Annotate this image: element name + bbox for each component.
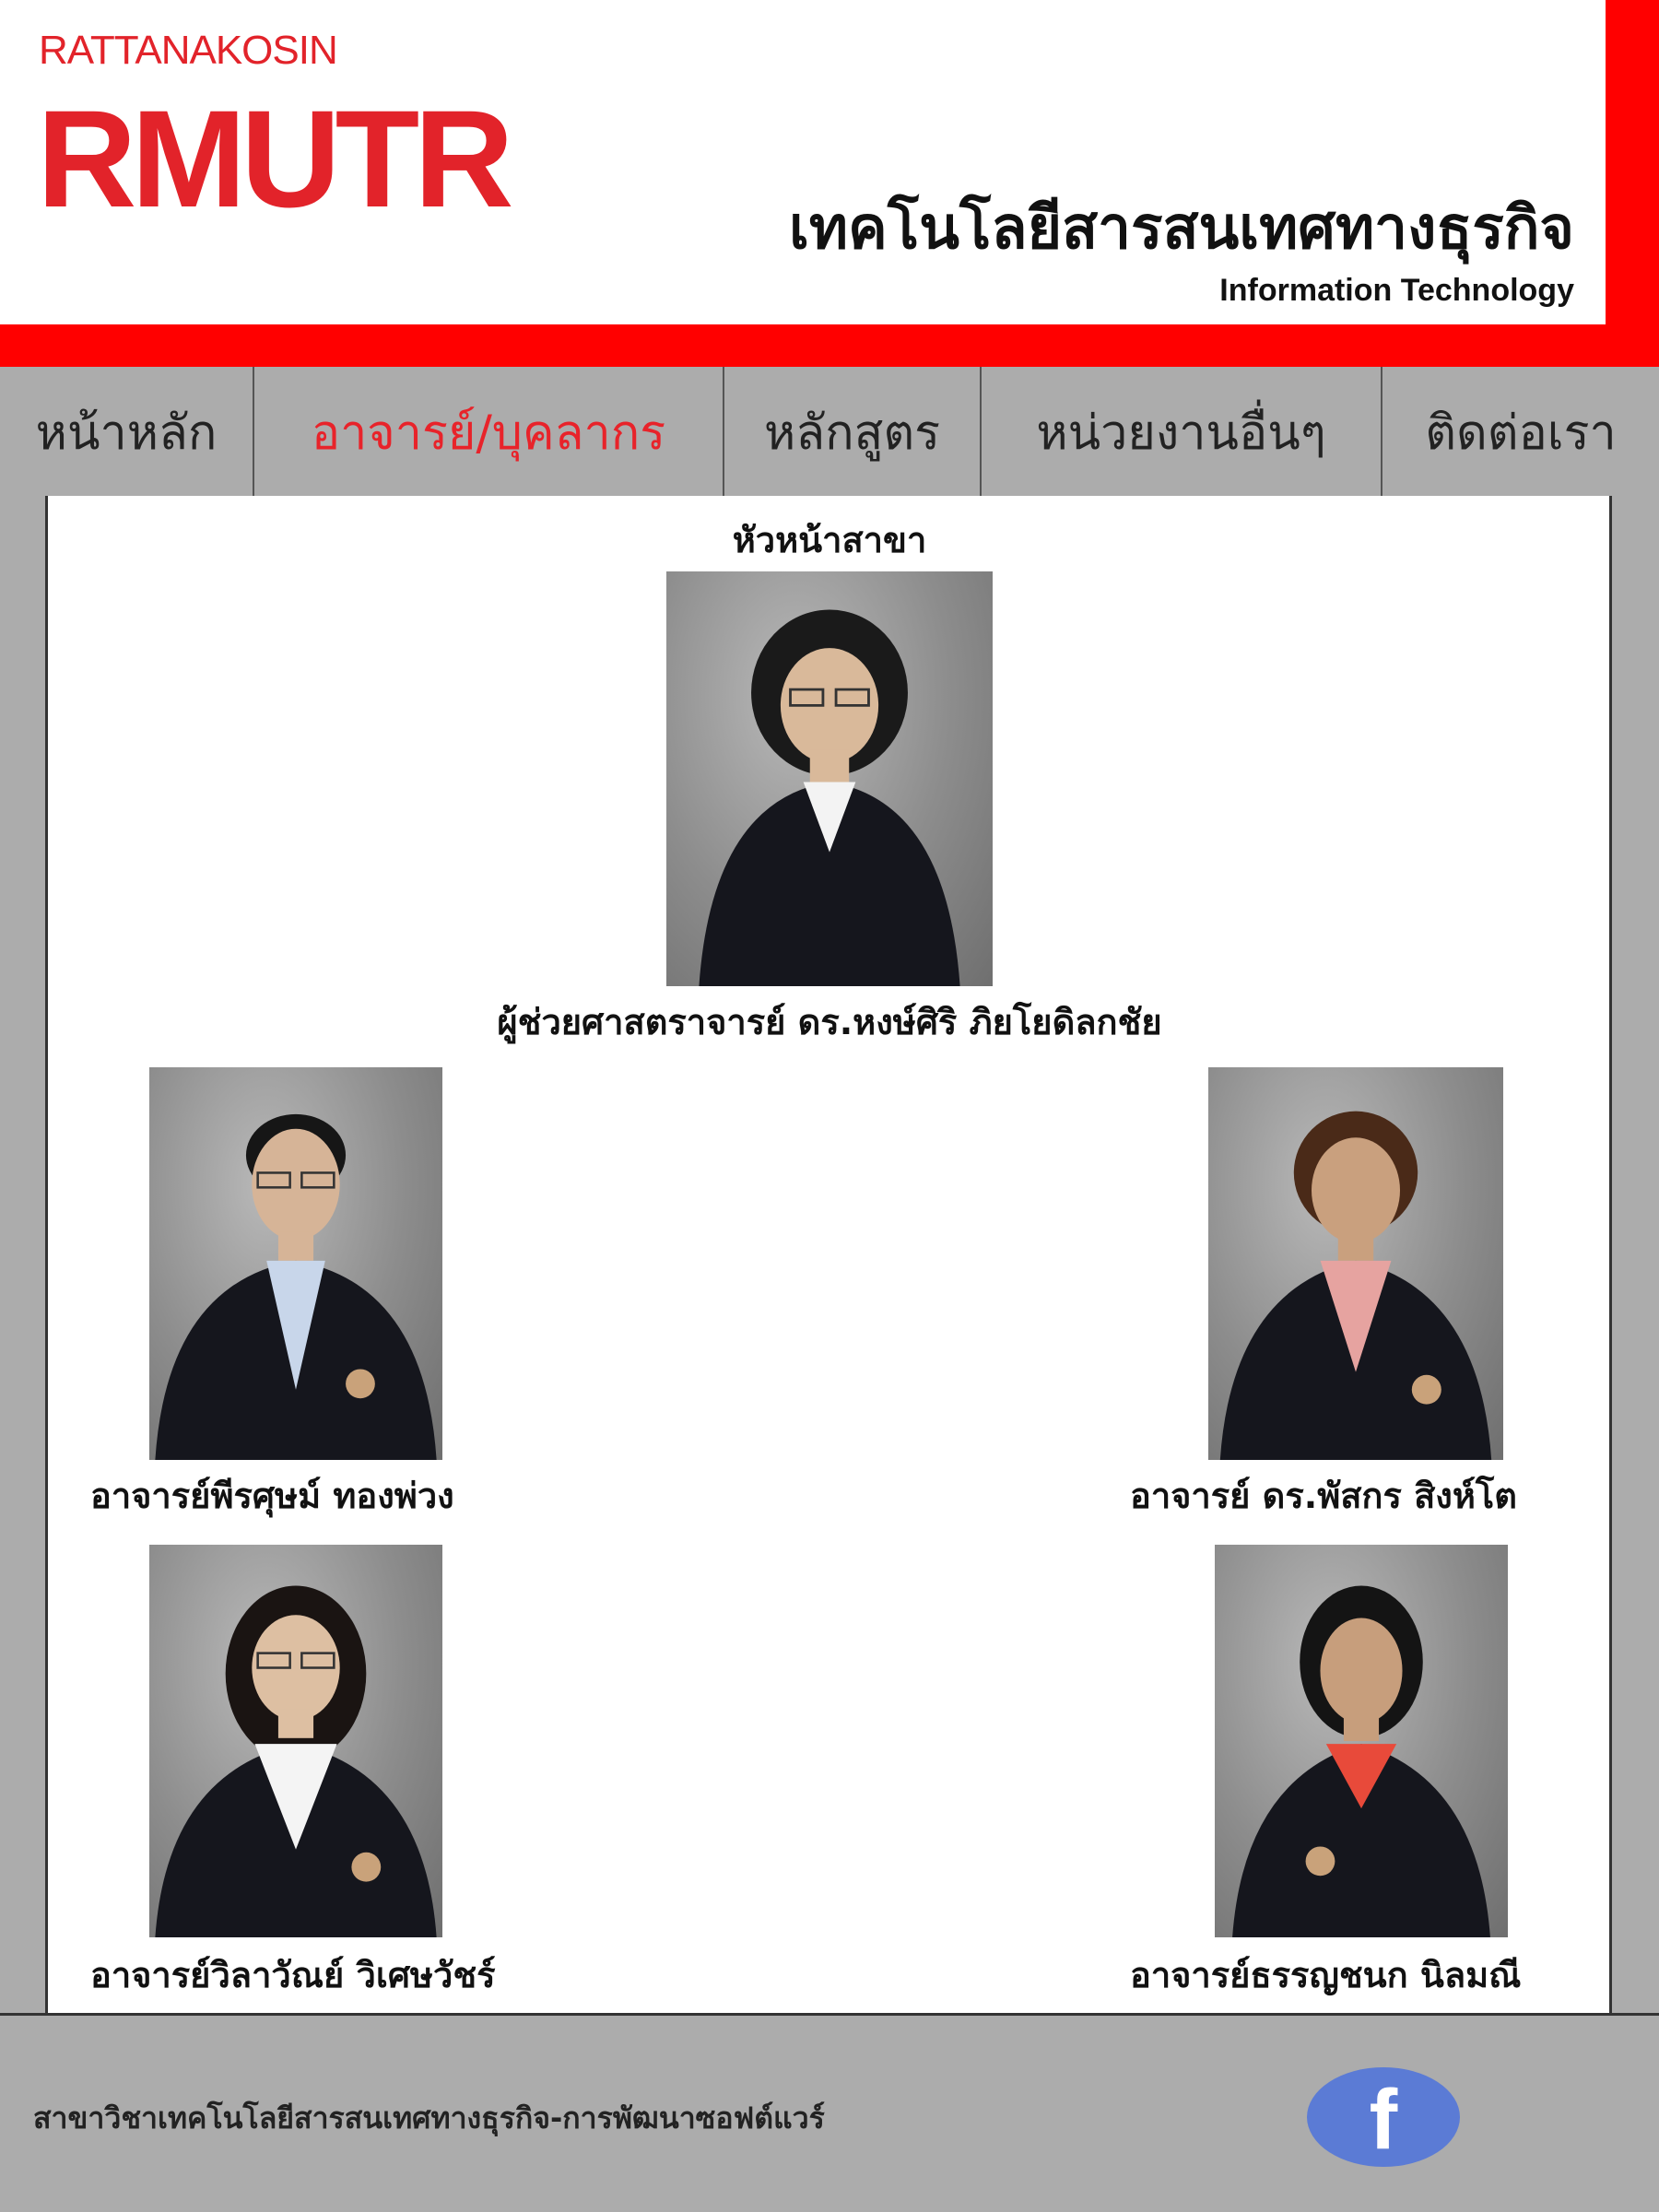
svg-text:RMUTR: RMUTR: [37, 81, 512, 216]
nav-home[interactable]: หน้าหลัก: [0, 367, 254, 496]
staff-name-1: อาจารย์พีรศุษม์ ทองพ่วง: [90, 1476, 454, 1516]
head-photo: [666, 571, 993, 986]
header-red-bar-right: [1606, 0, 1659, 367]
site-header: RATTANAKOSIN RMUTR เทคโนโลยีสารสนเทศทางธ…: [0, 0, 1659, 324]
department-title-english: Information Technology: [1219, 273, 1574, 308]
staff-name-4: อาจารย์ธรรญชนก นิลมณี: [1130, 1955, 1522, 1995]
rmutr-logo-mark: RMUTR: [37, 81, 517, 216]
logo-caption: RATTANAKOSIN: [39, 28, 338, 73]
right-side-panel: [1609, 496, 1659, 2013]
facebook-icon[interactable]: f: [1307, 2067, 1460, 2167]
facebook-glyph: f: [1369, 2073, 1398, 2167]
staff-photo-3: [149, 1545, 442, 1937]
site-footer: สาขาวิชาเทคโนโลยีสารสนเทศทางธุรกิจ-การพั…: [0, 2013, 1659, 2212]
nav-contact[interactable]: ติดต่อเรา: [1382, 367, 1659, 496]
staff-photo-2: [1208, 1067, 1503, 1460]
staff-name-2: อาจารย์ ดร.พัสกร สิงห์โต: [1130, 1476, 1517, 1516]
head-name: ผู้ช่วยศาสตราจารย์ ดร.หงษ์ศิริ ภิยโยดิลก…: [497, 1002, 1162, 1042]
nav-staff[interactable]: อาจารย์/บุคลากร: [254, 367, 724, 496]
department-title-thai: เทคโนโลยีสารสนเทศทางธุรกิจ: [788, 194, 1574, 263]
header-red-bar-bottom: [0, 324, 1659, 367]
footer-department-text: สาขาวิชาเทคโนโลยีสารสนเทศทางธุรกิจ-การพั…: [33, 2100, 825, 2136]
left-side-panel: [0, 496, 48, 2013]
main-nav: หน้าหลัก อาจารย์/บุคลากร หลักสูตร หน่วยง…: [0, 367, 1659, 496]
rmutr-logo[interactable]: RATTANAKOSIN RMUTR: [37, 28, 553, 216]
staff-photo-1: [149, 1067, 442, 1460]
section-heading: หัวหน้าสาขา: [732, 520, 927, 560]
staff-name-3: อาจารย์วิลาวัณย์ วิเศษวัชร์: [90, 1955, 496, 1995]
nav-curriculum[interactable]: หลักสูตร: [724, 367, 982, 496]
nav-other-units[interactable]: หน่วยงานอื่นๆ: [982, 367, 1382, 496]
staff-photo-4: [1215, 1545, 1508, 1937]
